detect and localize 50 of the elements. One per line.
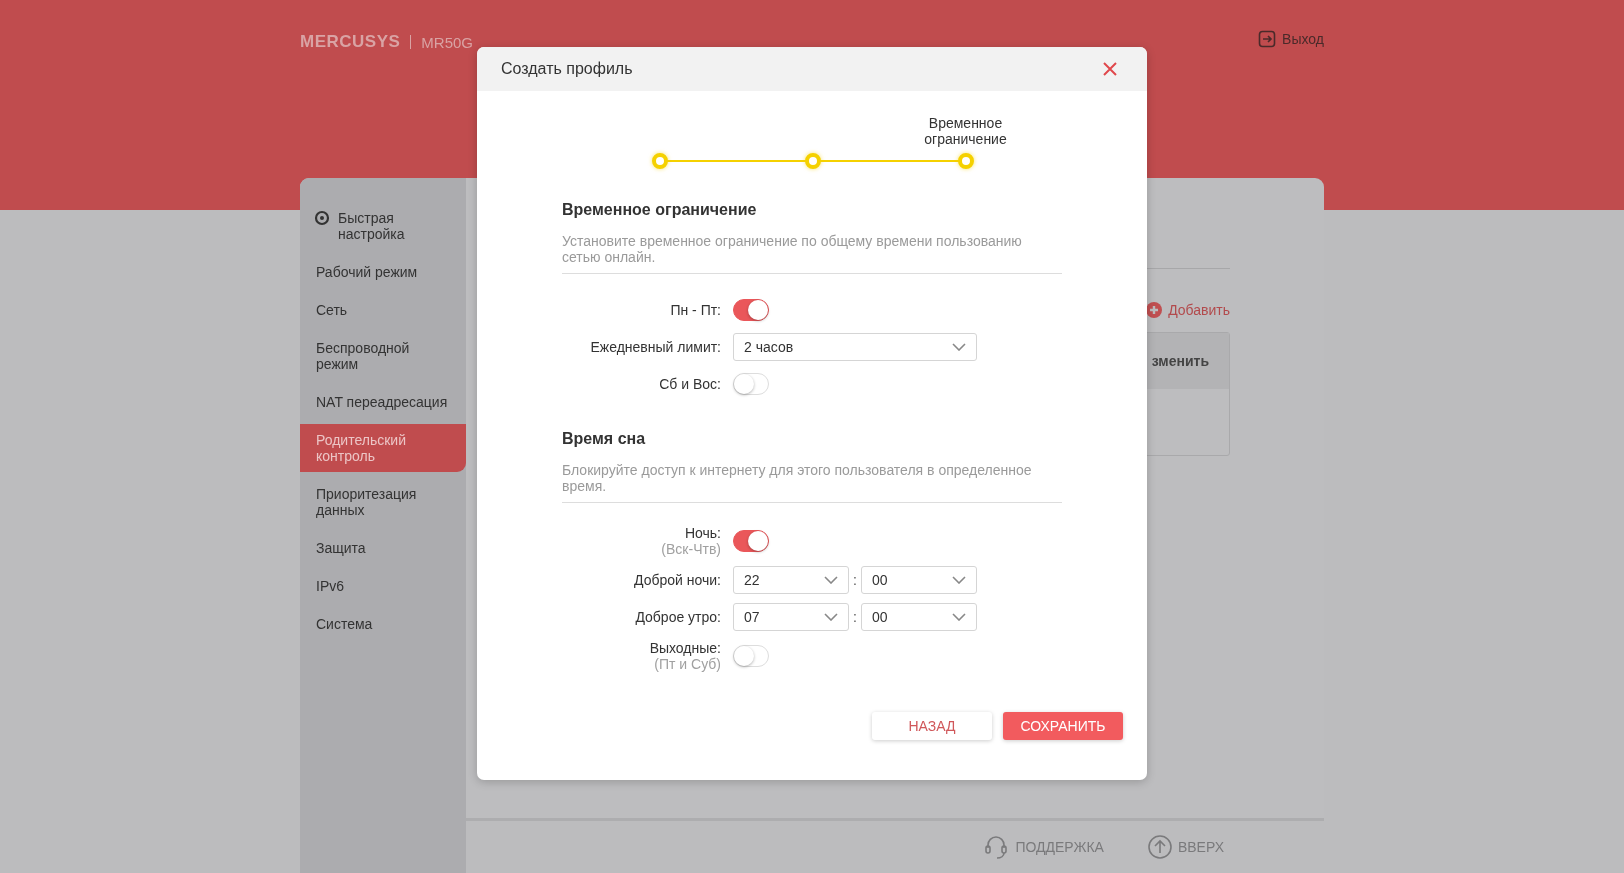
sidebar-item[interactable]: Система (300, 616, 466, 632)
dropdown-field[interactable]: 00 (861, 566, 977, 594)
field-hint: (Вск-Чтв) (660, 541, 721, 557)
logout-icon (1258, 30, 1277, 48)
field-label: Пн - Пт: (669, 302, 721, 318)
column-header: зменить (1151, 353, 1209, 369)
dialog-title: Создать профиль (501, 60, 633, 78)
step-label: Временное ограничение (923, 115, 1008, 147)
gear-icon (314, 210, 330, 226)
chevron-down-icon (824, 613, 838, 621)
sidebar-item[interactable]: IPv6 (300, 578, 466, 594)
back-button[interactable]: НАЗАД (872, 712, 992, 740)
field-label: Ночь: (683, 525, 721, 541)
toggle-switch[interactable] (733, 299, 769, 321)
plus-icon (1146, 302, 1163, 318)
time-separator: : (852, 572, 858, 588)
brand-logo: MERCUSYS (300, 32, 401, 52)
save-button[interactable]: СОХРАНИТЬ (1003, 712, 1123, 740)
chevron-down-icon (952, 576, 966, 584)
sidebar-item[interactable]: Рабочий режим (300, 264, 466, 280)
field-label: Доброй ночи: (633, 572, 721, 588)
dropdown-field[interactable]: 22 (733, 566, 849, 594)
close-icon (1103, 62, 1117, 76)
section-heading: Временное ограничение (562, 201, 758, 219)
chevron-down-icon (824, 576, 838, 584)
field-label: Выходные: (648, 640, 721, 656)
chevron-down-icon (952, 613, 966, 621)
chevron-down-icon (952, 343, 966, 351)
section-description: Блокируйте доступ к интернету для этого пользователя в определенное время. (562, 462, 1062, 503)
sidebar-item[interactable]: Беспроводной режим (300, 340, 466, 372)
sidebar-item[interactable]: Быстрая настройка (300, 210, 466, 242)
field-hint: (Пт и Суб) (653, 656, 721, 672)
dropdown-field[interactable]: 2 часов (733, 333, 977, 361)
headset-icon (983, 834, 1010, 860)
sidebar-item[interactable]: Родительский контроль (300, 424, 466, 472)
dropdown-field[interactable]: 07 (733, 603, 849, 631)
section-heading: Время сна (562, 430, 647, 448)
field-label: Сб и Вос: (658, 376, 721, 392)
field-label: Доброе утро: (634, 609, 721, 625)
sidebar-item[interactable]: Защита (300, 540, 466, 556)
close-button[interactable] (1103, 62, 1117, 76)
dropdown-field[interactable]: 00 (861, 603, 977, 631)
section-description: Установите временное ограничение по общему времени пользованию сетью онлайн. (562, 233, 1062, 274)
time-separator: : (852, 609, 858, 625)
model-name: MR50G (421, 33, 474, 51)
sidebar-item[interactable]: Приоритезация данных (300, 486, 466, 518)
field-label: Ежедневный лимит: (589, 339, 721, 355)
sidebar-item[interactable]: NAT переадресация (300, 394, 466, 410)
sidebar-item[interactable]: Сеть (300, 302, 466, 318)
toggle-switch[interactable] (733, 530, 769, 552)
